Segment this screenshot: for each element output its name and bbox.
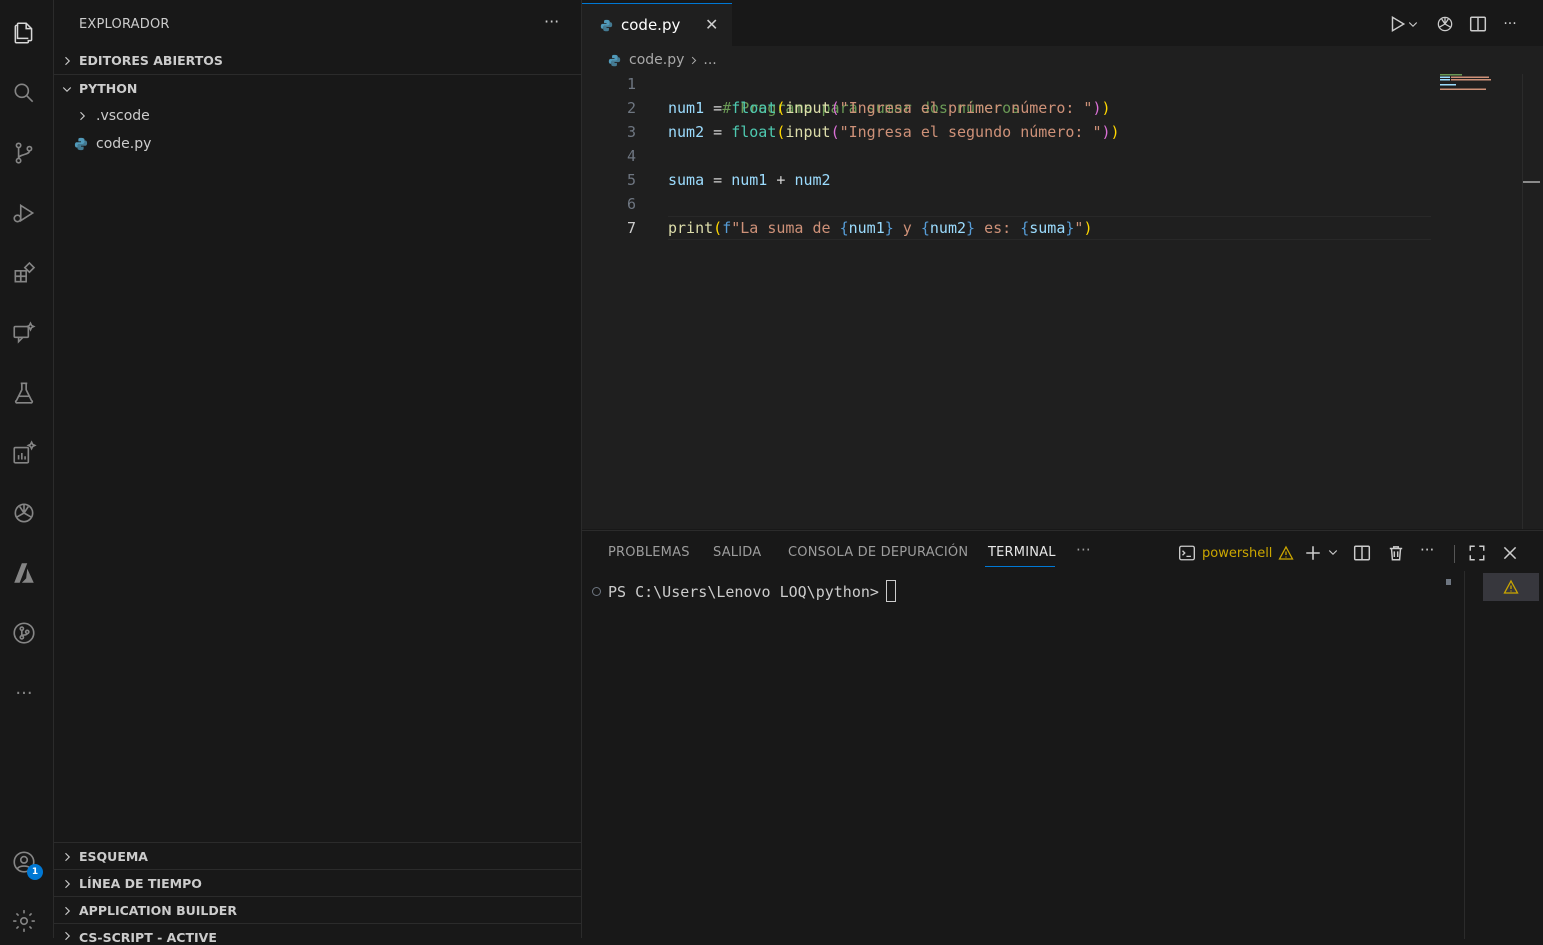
explorer-sidebar: EXPLORADOR ··· EDITORES ABIERTOS PYTHON … [54,0,582,945]
accounts-icon[interactable] [0,838,48,886]
toolbar-divider [1454,545,1455,563]
tab-problems[interactable]: PROBLEMAS [608,545,690,560]
terminal-tabs-divider [1464,571,1465,939]
search-icon[interactable] [0,69,48,117]
line-number: 4 [626,147,636,165]
testing-flask-icon[interactable] [0,369,48,417]
git-graph-icon[interactable] [0,609,48,657]
openai-icon[interactable] [0,489,48,537]
terminal-scrollbar[interactable] [1446,571,1460,939]
section-open-editors[interactable]: EDITORES ABIERTOS [54,47,581,74]
terminal-profiles-chevron-icon[interactable] [1327,546,1339,558]
azure-icon[interactable] [0,549,48,597]
tree-item-code-py[interactable]: code.py [74,132,151,156]
split-terminal-icon[interactable] [1353,544,1371,562]
line-number-active: 7 [626,219,636,237]
chevron-right-icon [76,110,96,122]
section-folder-python[interactable]: PYTHON [54,74,581,102]
breadcrumb: code.py ... [608,52,717,68]
run-debug-icon[interactable] [0,189,48,237]
tab-output[interactable]: SALIDA [713,545,761,560]
editor-tab-bar: code.py ✕ ··· [582,0,1543,47]
section-application-builder[interactable]: APPLICATION BUILDER [54,896,581,924]
terminal-icon [1178,544,1196,562]
code-line-7: print(f"La suma de {num1} y {num2} es: {… [668,219,1093,237]
ai-toolkit-icon[interactable] [0,429,48,477]
section-cs-script[interactable]: CS-SCRIPT - ACTIVE [54,923,581,945]
python-file-icon [74,137,96,151]
line-number: 1 [626,75,636,93]
run-dropdown-chevron-icon[interactable] [1406,13,1420,35]
extensions-icon[interactable] [0,249,48,297]
run-python-button[interactable] [1386,13,1408,35]
chevron-right-icon [61,930,79,942]
terminal-more-actions-icon[interactable]: ··· [1420,541,1434,559]
explorer-icon[interactable] [0,9,48,57]
warning-icon [1278,545,1295,561]
chat-icon[interactable] [0,309,48,357]
tab-debug-console[interactable]: CONSOLA DE DEPURACIÓN [788,545,968,560]
section-outline[interactable]: ESQUEMA [54,842,581,870]
bottom-panel: PROBLEMAS SALIDA CONSOLA DE DEPURACIÓN T… [582,530,1543,939]
tree-item-vscode-folder[interactable]: .vscode [76,104,150,128]
chevron-right-icon [61,905,79,917]
chevron-right-icon [61,851,79,863]
terminal-instance-selector[interactable]: powershell [1178,544,1295,562]
code-line-3: num2 = float(input("Ingresa el segundo n… [668,123,1120,141]
terminal-tab-powershell[interactable] [1483,573,1539,601]
split-editor-icon[interactable] [1467,13,1489,35]
line-number: 5 [626,171,636,189]
chevron-right-icon [688,55,699,66]
python-file-icon [608,54,621,67]
chevron-right-icon [61,55,79,67]
tab-terminal[interactable]: TERMINAL [988,545,1056,560]
new-terminal-plus-icon[interactable] [1304,544,1322,562]
editor-more-actions-icon[interactable]: ··· [1499,13,1521,35]
panel-more-tabs-button[interactable]: ··· [1076,541,1091,559]
python-file-icon [600,19,613,32]
source-control-icon[interactable] [0,129,48,177]
chevron-down-icon [61,83,79,95]
kill-terminal-trash-icon[interactable] [1387,544,1405,562]
line-number: 2 [626,99,636,117]
section-timeline[interactable]: LÍNEA DE TIEMPO [54,869,581,897]
breadcrumb-file[interactable]: code.py [629,52,684,68]
line-number: 3 [626,123,636,141]
code-editor[interactable]: code.py ... 1 2 3 4 5 6 7 # Programa par… [582,46,1543,529]
openai-chat-icon[interactable] [1434,13,1456,35]
editor-scrollbar[interactable] [1522,74,1543,529]
sidebar-title: EXPLORADOR [79,17,170,32]
sidebar-more-button[interactable]: ··· [544,12,559,31]
minimap[interactable] [1440,74,1492,90]
code-line-5: suma = num1 + num2 [668,171,831,189]
code-line-2: num1 = float(input("Ingresa el primer nú… [668,99,1111,117]
tab-code-py[interactable]: code.py ✕ [582,3,732,46]
accounts-badge: 1 [27,864,43,880]
activity-bar: ··· 1 [0,0,54,938]
tab-close-icon[interactable]: ✕ [705,15,718,34]
chevron-right-icon [61,878,79,890]
close-panel-icon[interactable] [1501,544,1519,562]
line-number: 6 [626,195,636,213]
maximize-panel-icon[interactable] [1468,544,1486,562]
active-tab-underline [985,566,1055,567]
warning-icon [1503,579,1519,595]
breadcrumb-symbols[interactable]: ... [703,52,716,68]
more-views-icon[interactable]: ··· [0,669,48,717]
